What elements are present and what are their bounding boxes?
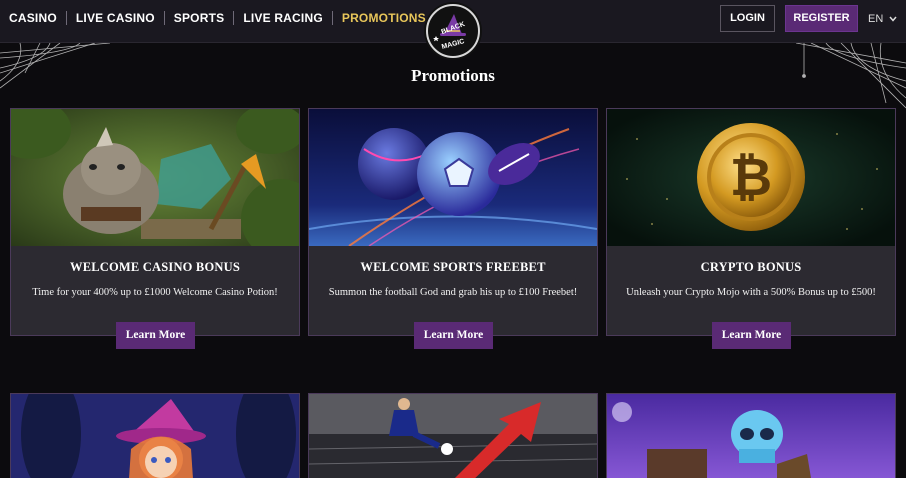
promo-title: WELCOME SPORTS FREEBET (360, 260, 546, 274)
language-label: EN (868, 13, 884, 25)
promo-title: CRYPTO BONUS (700, 260, 802, 274)
promo-card-casino: WELCOME CASINO BONUS Time for your 400% … (10, 108, 300, 349)
svg-text:MAGIC: MAGIC (441, 38, 465, 51)
promo-description: Time for your 400% up to £1000 Welcome C… (32, 287, 278, 298)
bitcoin-coin-image: ₿ (607, 109, 895, 246)
chevron-down-icon (889, 16, 897, 22)
witch-girl-image (11, 394, 299, 478)
learn-more-button[interactable]: Learn More (414, 322, 493, 349)
promo-card-witch[interactable] (10, 393, 300, 478)
svg-text:₿: ₿ (730, 149, 772, 207)
promo-title: WELCOME CASINO BONUS (70, 260, 240, 274)
learn-more-button[interactable]: Learn More (712, 322, 791, 349)
register-button[interactable]: REGISTER (785, 5, 858, 32)
promo-description: Unleash your Crypto Mojo with a 500% Bon… (626, 287, 876, 298)
football-arrow-image (309, 394, 597, 478)
main-nav: CASINO LIVE CASINO SPORTS LIVE RACING PR… (0, 0, 435, 36)
rhino-warrior-image (11, 109, 299, 246)
promo-card-football[interactable] (308, 393, 598, 478)
promo-description: Summon the football God and grab his up … (328, 287, 578, 298)
login-button[interactable]: LOGIN (720, 5, 775, 32)
nav-sports[interactable]: SPORTS (163, 11, 234, 25)
black-magic-logo[interactable]: BLACK MAGIC (426, 4, 480, 58)
sports-balls-image (309, 109, 597, 246)
nav-casino[interactable]: CASINO (0, 11, 66, 25)
promo-card-skull[interactable] (606, 393, 896, 478)
promo-card-sports: WELCOME SPORTS FREEBET Summon the footba… (308, 108, 598, 349)
nav-live-casino[interactable]: LIVE CASINO (65, 11, 164, 25)
nav-live-racing[interactable]: LIVE RACING (233, 11, 332, 25)
learn-more-button[interactable]: Learn More (116, 322, 195, 349)
skull-character-image (607, 394, 895, 478)
nav-promotions[interactable]: PROMOTIONS (331, 11, 435, 25)
language-selector[interactable]: EN (868, 12, 897, 26)
promo-card-crypto: ₿ CRYPTO BONUS Unleash your Crypto Mojo … (606, 108, 896, 349)
page-title: Promotions (411, 66, 495, 85)
